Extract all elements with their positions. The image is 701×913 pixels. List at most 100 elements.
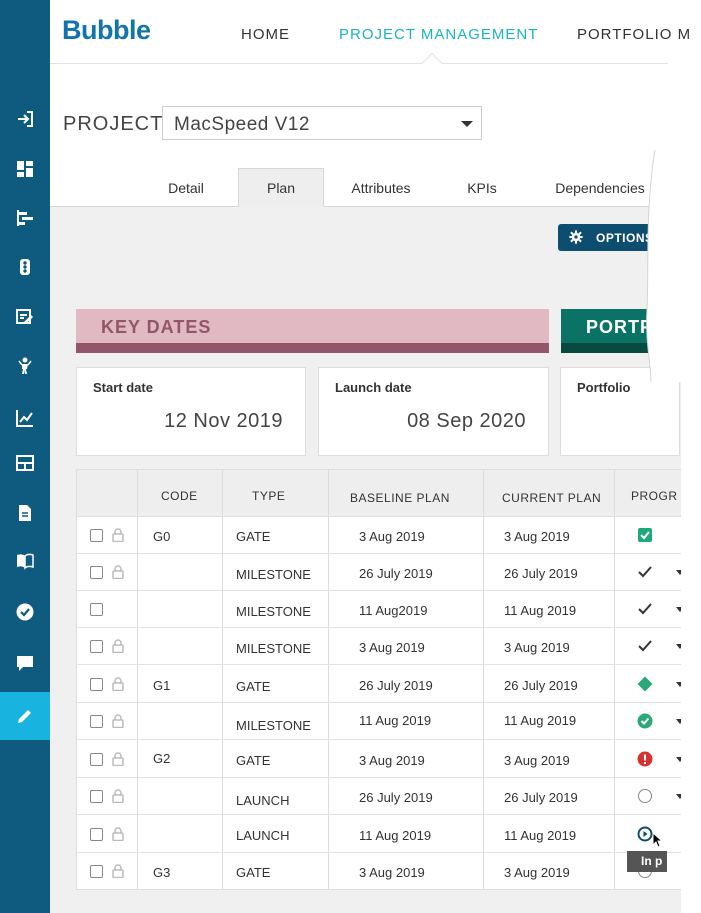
table-row[interactable]: G2 GATE 3 Aug 2019 3 Aug 2019: [77, 741, 694, 778]
lock-icon[interactable]: [112, 714, 124, 729]
header-type: TYPE: [252, 489, 286, 503]
table-header: CODE TYPE BASELINE PLAN CURRENT PLAN PRO…: [77, 470, 694, 517]
tab-dependencies[interactable]: Dependencies: [543, 168, 657, 207]
cell-current-plan: 26 July 2019: [504, 678, 578, 693]
app-root: Bubble HOME PROJECT MANAGEMENT PORTFOLIO…: [0, 0, 701, 913]
cell-current-plan: 26 July 2019: [504, 566, 578, 581]
cell-baseline-plan: 11 Aug 2019: [359, 828, 432, 843]
sidebar-item-line-chart[interactable]: [0, 394, 50, 442]
table-row[interactable]: MILESTONE 3 Aug 2019 3 Aug 2019: [77, 628, 694, 665]
cell-baseline-plan: 26 July 2019: [359, 566, 433, 581]
lock-icon[interactable]: [112, 827, 124, 842]
project-select[interactable]: MacSpeed V12: [162, 106, 482, 140]
lock-icon[interactable]: [112, 864, 124, 879]
portfolio-label: Portfolio: [577, 380, 631, 395]
sidebar: [0, 0, 50, 913]
sidebar-item-gantt[interactable]: [0, 194, 50, 242]
table-row[interactable]: G1 GATE 26 July 2019 26 July 2019: [77, 666, 694, 703]
table-row[interactable]: MILESTONE 11 Aug2019 11 Aug 2019: [77, 591, 694, 628]
line-chart-icon: [16, 410, 33, 427]
cell-type: GATE: [236, 679, 271, 694]
lock-icon[interactable]: [112, 677, 124, 692]
top-header: Bubble HOME PROJECT MANAGEMENT PORTFOLIO…: [50, 0, 690, 64]
row-checkbox[interactable]: [90, 828, 103, 841]
table-row[interactable]: G0 GATE 3 Aug 2019 3 Aug 2019: [77, 517, 694, 554]
book-icon: [17, 553, 34, 570]
row-checkbox[interactable]: [90, 603, 103, 616]
lock-icon[interactable]: [112, 565, 124, 580]
check-circle-icon: [16, 603, 34, 621]
tab-kpis[interactable]: KPIs: [441, 168, 523, 207]
sidebar-item-check-circle[interactable]: [0, 588, 50, 636]
row-checkbox[interactable]: [90, 865, 103, 878]
active-nav-indicator: [421, 53, 443, 64]
row-checkbox[interactable]: [90, 640, 103, 653]
sign-in-icon: [18, 111, 33, 127]
tab-attributes[interactable]: Attributes: [331, 168, 431, 207]
sidebar-item-chat[interactable]: [0, 639, 50, 687]
cell-current-plan: 3 Aug 2019: [504, 529, 570, 544]
cell-type: LAUNCH: [236, 828, 290, 843]
cell-type: MILESTONE: [236, 718, 311, 733]
table-row[interactable]: MILESTONE 26 July 2019 26 July 2019: [77, 554, 694, 591]
sidebar-item-sign-in[interactable]: [0, 95, 50, 143]
cell-type: GATE: [236, 865, 271, 880]
cell-current-plan: 26 July 2019: [504, 790, 578, 805]
table-row[interactable]: MILESTONE 11 Aug 2019 11 Aug 2019: [77, 703, 694, 740]
project-label: PROJECT:: [63, 113, 168, 135]
key-dates-header: KEY DATES: [76, 309, 549, 353]
nav-project-management[interactable]: PROJECT MANAGEMENT: [339, 26, 538, 43]
sidebar-item-dashboard[interactable]: [0, 145, 50, 193]
nav-home[interactable]: HOME: [241, 26, 290, 43]
cell-current-plan: 11 Aug 2019: [504, 713, 577, 728]
lock-icon[interactable]: [112, 528, 124, 543]
cell-type: MILESTONE: [236, 567, 311, 582]
chevron-down-icon: [461, 121, 473, 127]
row-checkbox[interactable]: [90, 566, 103, 579]
sidebar-item-edit-list[interactable]: [0, 293, 50, 341]
tab-plan[interactable]: Plan: [238, 168, 324, 207]
row-checkbox[interactable]: [90, 715, 103, 728]
header-code: CODE: [161, 489, 198, 503]
cell-code: G0: [153, 529, 171, 544]
sidebar-item-layout[interactable]: [0, 439, 50, 487]
portfolio-accent-bar: [561, 343, 651, 353]
launch-date-label: Launch date: [335, 380, 412, 395]
table-row[interactable]: G3 GATE 3 Aug 2019 3 Aug 2019: [77, 853, 694, 889]
sidebar-item-person[interactable]: [0, 342, 50, 390]
table-row[interactable]: LAUNCH 26 July 2019 26 July 2019: [77, 778, 694, 815]
cell-type: MILESTONE: [236, 604, 311, 619]
cell-type: LAUNCH: [236, 793, 290, 808]
row-checkbox[interactable]: [90, 529, 103, 542]
cell-current-plan: 3 Aug 2019: [504, 865, 570, 880]
lock-icon[interactable]: [112, 752, 124, 767]
edit-list-icon: [16, 309, 33, 324]
layout-icon: [16, 455, 34, 471]
cell-code: G3: [153, 865, 171, 880]
sidebar-item-pencil[interactable]: [0, 692, 50, 740]
options-button[interactable]: OPTIONS: [558, 224, 658, 251]
row-checkbox[interactable]: [90, 678, 103, 691]
cell-baseline-plan: 11 Aug 2019: [359, 713, 432, 728]
bubble-logo[interactable]: Bubble: [62, 15, 151, 46]
cell-code: G1: [153, 678, 171, 693]
nav-portfolio[interactable]: PORTFOLIO M: [577, 26, 691, 43]
sidebar-item-book[interactable]: [0, 537, 50, 585]
table-row[interactable]: LAUNCH 11 Aug 2019 11 Aug 2019: [77, 816, 694, 853]
launch-date-value: 08 Sep 2020: [407, 410, 526, 432]
cell-baseline-plan: 11 Aug2019: [359, 603, 428, 618]
cell-current-plan: 11 Aug 2019: [504, 603, 577, 618]
row-checkbox[interactable]: [90, 790, 103, 803]
cell-baseline-plan: 3 Aug 2019: [359, 529, 425, 544]
start-date-label: Start date: [93, 380, 153, 395]
status-tooltip: In p: [627, 851, 667, 872]
cell-type: GATE: [236, 753, 271, 768]
sidebar-item-traffic-light[interactable]: [0, 243, 50, 291]
lock-icon[interactable]: [112, 789, 124, 804]
header-baseline-plan: BASELINE PLAN: [350, 491, 450, 505]
sidebar-item-document[interactable]: [0, 489, 50, 537]
lock-icon[interactable]: [112, 639, 124, 654]
row-checkbox[interactable]: [90, 753, 103, 766]
tab-detail[interactable]: Detail: [137, 168, 235, 207]
cell-type: MILESTONE: [236, 641, 311, 656]
